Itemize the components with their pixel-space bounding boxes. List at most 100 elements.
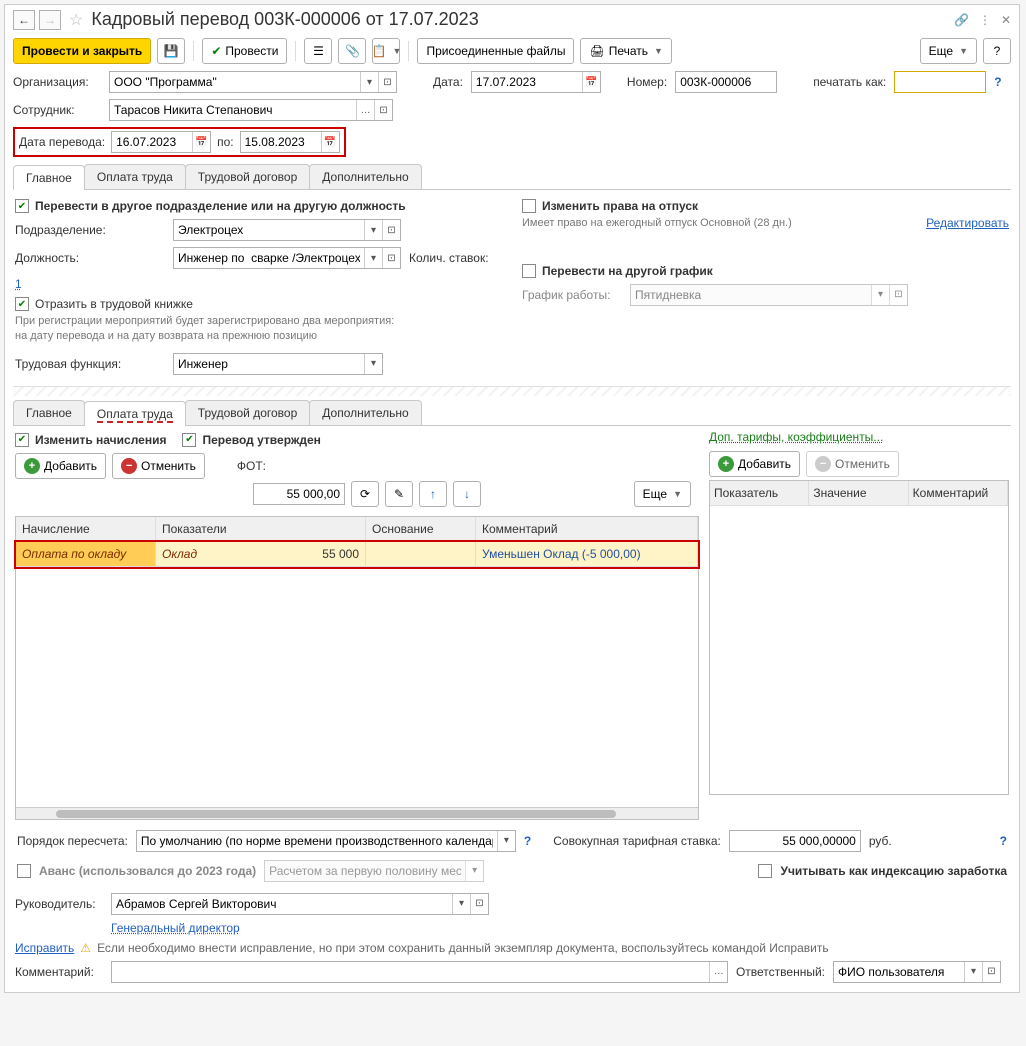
chk-workbook[interactable]: ✔ [15,297,29,311]
move-up-button[interactable]: ↑ [419,481,447,507]
table-more-button[interactable]: Еще▼ [634,481,691,507]
post-button[interactable]: ✔Провести [202,38,287,64]
post-and-close-button[interactable]: Провести и закрыть [13,38,151,64]
fot-input[interactable] [253,483,345,505]
responsible-input[interactable]: ▾ ⊡ [833,961,1001,983]
chk-vacation-label: Изменить права на отпуск [542,199,698,213]
org-input[interactable]: ▾ ⊡ [109,71,397,93]
manager-position-link[interactable]: Генеральный директор [111,921,240,935]
total-rate-input[interactable] [729,830,861,852]
transfer-date-to-input[interactable]: 📅 [240,131,340,153]
add-accrual-button[interactable]: +Добавить [15,453,106,479]
help-icon[interactable]: ? [524,834,531,848]
more-button[interactable]: Еще▼ [920,38,977,64]
calendar-icon[interactable]: 📅 [192,132,210,152]
refresh-button[interactable]: ⟳ [351,481,379,507]
recalc-input[interactable]: ▾ [136,830,516,852]
move-down-button[interactable]: ↓ [453,481,481,507]
dop-tarif-link[interactable]: Доп. тарифы, коэффициенты... [709,430,883,444]
choose-icon[interactable]: … [709,962,727,982]
open-icon[interactable]: ⊡ [470,894,488,914]
fix-link[interactable]: Исправить [15,941,74,955]
dropdown-icon[interactable]: ▾ [364,354,382,374]
cancel-accrual-button[interactable]: −Отменить [112,453,205,479]
document-window: ← → ☆ Кадровый перевод 003К-000006 от 17… [4,4,1020,993]
print-as-input[interactable] [894,71,986,93]
help-icon[interactable]: ? [1000,834,1007,848]
section-main: ✔ Перевести в другое подразделение или н… [5,190,1019,384]
print-button[interactable]: 🖨 Печать▼ [580,38,671,64]
tab-pay[interactable]: Оплата труда [84,164,186,189]
dropdown-icon[interactable]: ▾ [360,72,378,92]
favorite-icon[interactable]: ☆ [65,10,87,30]
comment-input[interactable]: … [111,961,728,983]
transfer-date-from-input[interactable]: 📅 [111,131,211,153]
dropdown-icon[interactable]: ▾ [452,894,470,914]
doc-list-button[interactable]: ☰ [304,38,332,64]
total-rate-label: Совокупная тарифная ставка: [553,834,721,848]
edit-button[interactable]: ✎ [385,481,413,507]
tab-additional[interactable]: Дополнительно [309,164,421,189]
rate-link[interactable]: 1 [15,277,22,291]
open-icon[interactable]: ⊡ [378,72,396,92]
edit-link[interactable]: Редактировать [926,216,1009,231]
link-icon[interactable]: 🔗 [954,13,969,27]
dropdown-icon[interactable]: ▾ [364,220,382,240]
main-toolbar: Провести и закрыть 💾 ✔Провести ☰ 📎 📋▼ Пр… [5,34,1019,68]
help-hint-icon[interactable]: ? [994,75,1001,89]
chk-approved[interactable]: ✔ [182,433,196,447]
employee-input[interactable]: … ⊡ [109,99,393,121]
dropdown-icon[interactable]: ▾ [497,831,515,851]
manager-label: Руководитель: [15,897,103,911]
pos-input[interactable]: ▾ ⊡ [173,247,401,269]
open-icon[interactable]: ⊡ [982,962,1000,982]
manager-input[interactable]: ▾ ⊡ [111,893,489,915]
chk-change-accruals[interactable]: ✔ [15,433,29,447]
attached-files-button[interactable]: Присоединенные файлы [417,38,574,64]
dropdown-icon[interactable]: ▾ [964,962,982,982]
dropdown-icon[interactable]: ▾ [364,248,382,268]
chk-schedule-label: Перевести на другой график [542,264,713,278]
chk-transfer-dept-label: Перевести в другое подразделение или на … [35,199,406,213]
calendar-icon[interactable]: 📅 [582,72,600,92]
tab2-main[interactable]: Главное [13,400,85,425]
chk-transfer-dept[interactable]: ✔ [15,199,29,213]
open-icon[interactable]: ⊡ [382,248,400,268]
th-accrual: Начисление [16,517,156,542]
open-icon[interactable]: ⊡ [374,100,392,120]
chk-schedule[interactable] [522,264,536,278]
tabs-main: Главное Оплата труда Трудовой договор До… [13,164,1011,190]
tab2-pay[interactable]: Оплата труда [84,401,186,426]
table-row[interactable]: Оплата по окладу Оклад 55 000 Уменьшен О… [16,542,698,567]
footer: Руководитель: ▾ ⊡ Генеральный директор И… [5,884,1019,992]
tab-contract[interactable]: Трудовой договор [185,164,310,189]
save-button[interactable]: 💾 [157,38,185,64]
calendar-icon[interactable]: 📅 [321,132,339,152]
create-based-button[interactable]: 📋▼ [372,38,400,64]
chk-vacation[interactable] [522,199,536,213]
th-basis: Основание [366,517,476,542]
nav-back-button[interactable]: ← [13,10,35,30]
number-input[interactable] [675,71,777,93]
number-label: Номер: [627,75,667,89]
help-button[interactable]: ? [983,38,1011,64]
func-input[interactable]: ▾ [173,353,383,375]
nav-forward-button[interactable]: → [39,10,61,30]
dept-input[interactable]: ▾ ⊡ [173,219,401,241]
th-comment: Комментарий [476,517,698,542]
open-icon[interactable]: ⊡ [382,220,400,240]
chk-advance[interactable] [17,864,31,878]
attach-button[interactable]: 📎 [338,38,366,64]
tab2-additional[interactable]: Дополнительно [309,400,421,425]
tab-main[interactable]: Главное [13,165,85,190]
horizontal-scrollbar[interactable] [16,807,698,819]
close-icon[interactable]: ✕ [1001,13,1011,27]
chk-index[interactable] [758,864,772,878]
kebab-icon[interactable]: ⋮ [979,13,991,27]
tab2-contract[interactable]: Трудовой договор [185,400,310,425]
choose-icon[interactable]: … [356,100,374,120]
comment-label: Комментарий: [15,965,103,979]
r-add-button[interactable]: +Добавить [709,451,800,477]
date-input[interactable]: 📅 [471,71,601,93]
right-table-header: Показатель Значение Комментарий [710,481,1008,506]
